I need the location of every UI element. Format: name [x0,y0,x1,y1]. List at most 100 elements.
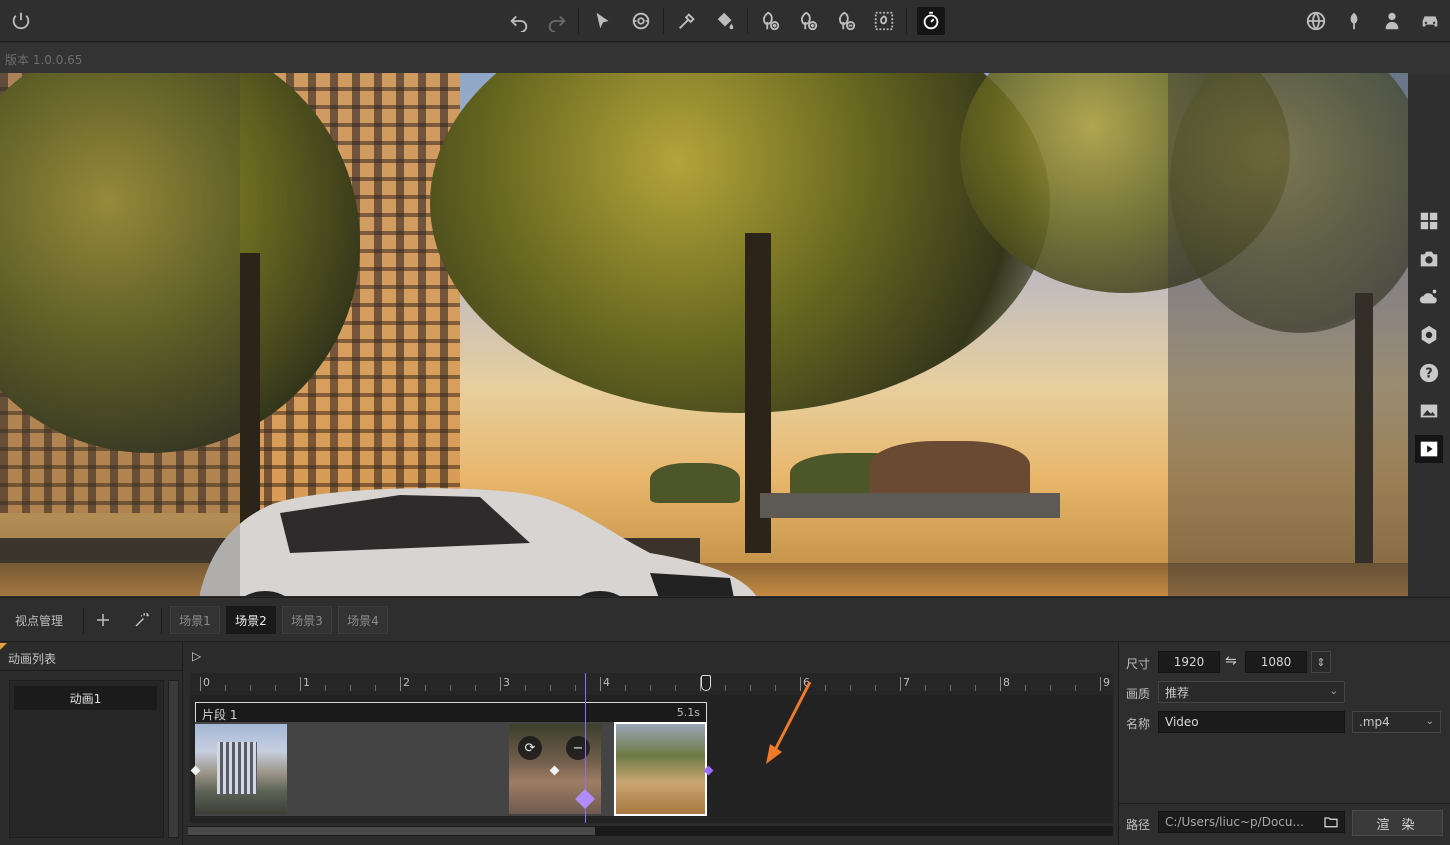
person-icon[interactable] [1378,7,1406,35]
ruler-minor-tick [1075,685,1076,691]
animation-list-panel: 动画列表 动画1 [0,643,183,845]
chevron-down-icon: ⌄ [1425,716,1434,727]
ruler-tick [1100,677,1101,691]
ruler-tick [300,677,301,691]
tree-remove-icon[interactable] [832,7,860,35]
clip-header[interactable]: 片段 1 5.1s [195,702,707,722]
help-icon[interactable]: ? [1415,359,1443,387]
ruler-tick-label: 4 [603,676,610,689]
main-toolbar [0,0,1450,42]
paint-bucket-icon[interactable] [711,7,739,35]
aspect-lock-icon[interactable]: ⇕ [1311,651,1331,673]
ruler-minor-tick [250,685,251,691]
ruler-minor-tick [650,685,651,691]
clip-end-marker[interactable] [701,675,711,691]
timeline-scrollbar[interactable] [188,826,1113,836]
ruler-minor-tick [225,685,226,691]
width-input[interactable]: 1920 [1158,651,1220,673]
scene-tab-4[interactable]: 场景4 [338,606,388,634]
orbit-icon[interactable] [627,7,655,35]
select-arrow-icon[interactable] [589,7,617,35]
quality-label: 画质 [1126,687,1151,701]
scene-tab-3[interactable]: 场景3 [282,606,332,634]
clip-duration: 5.1s [676,706,700,719]
timer-icon[interactable] [917,7,945,35]
clip-name: 片段 1 [202,708,238,722]
ruler-tick-label: 9 [1103,676,1110,689]
folder-icon[interactable] [1323,814,1339,833]
ruler-minor-tick [875,685,876,691]
undo-icon[interactable] [505,7,533,35]
format-select[interactable]: .mp4 ⌄ [1352,711,1441,733]
redo-icon[interactable] [543,7,571,35]
ruler-tick-label: 0 [203,676,210,689]
ruler-minor-tick [750,685,751,691]
camera-icon[interactable] [1415,245,1443,273]
clip-body[interactable]: ⟳ − [195,722,707,816]
tree-add-alt-icon[interactable] [794,7,822,35]
magic-wand-icon[interactable] [131,609,153,631]
globe-icon[interactable] [1302,7,1330,35]
render-button[interactable]: 渲 染 [1352,810,1443,836]
scene-tab-1[interactable]: 场景1 [170,606,220,634]
refresh-icon[interactable]: ⟳ [518,736,542,760]
animation-list-scrollbar[interactable] [168,680,179,838]
name-label: 名称 [1126,717,1151,731]
ruler-tick-label: 1 [303,676,310,689]
ruler-tick-label: 3 [503,676,510,689]
version-bar: 版本 1.0.0.65 [0,43,1450,73]
eyedropper-icon[interactable] [673,7,701,35]
ruler-tick [400,677,401,691]
keyframe-thumbnail-selected[interactable] [614,722,707,816]
ruler-minor-tick [975,685,976,691]
annotation-arrow [766,681,812,764]
ruler-minor-tick [850,685,851,691]
ruler-minor-tick [350,685,351,691]
timeline-ruler[interactable]: 0123456789 [190,673,1176,695]
ruler-minor-tick [1025,685,1026,691]
image-icon[interactable] [1415,397,1443,425]
keyframe-thumbnail[interactable] [195,724,287,814]
quality-select[interactable]: 推荐 ⌄ [1158,681,1345,703]
ruler-tick-label: 8 [1003,676,1010,689]
settings-icon[interactable] [1415,321,1443,349]
plant-icon[interactable] [1340,7,1368,35]
ruler-minor-tick [425,685,426,691]
power-icon[interactable] [7,7,35,35]
video-icon[interactable] [1415,435,1443,463]
ruler-minor-tick [375,685,376,691]
animation-item[interactable]: 动画1 [14,686,157,710]
grid-icon[interactable] [1415,207,1443,235]
svg-text:?: ? [1425,367,1432,382]
viewpoint-manager-label[interactable]: 视点管理 [15,612,63,629]
car-model[interactable] [190,483,765,596]
ruler-tick [200,677,201,691]
remove-icon[interactable]: − [566,736,590,760]
path-value: C:/Users/liuc~p/Docu... [1165,815,1304,829]
path-label: 路径 [1126,818,1151,832]
ruler-minor-tick [525,685,526,691]
weather-icon[interactable] [1415,283,1443,311]
scene-tab-2[interactable]: 场景2 [226,606,276,634]
quality-value: 推荐 [1165,685,1190,700]
ruler-minor-tick [950,685,951,691]
ruler-tick [900,677,901,691]
ruler-minor-tick [725,685,726,691]
ruler-minor-tick [675,685,676,691]
swap-dimensions-icon[interactable]: ⇋ [1225,653,1237,669]
path-input[interactable]: C:/Users/liuc~p/Docu... [1158,811,1345,833]
tree-add-icon[interactable] [756,7,784,35]
animation-list: 动画1 [9,680,164,838]
ruler-minor-tick [450,685,451,691]
timeline-play-button[interactable]: ▷ [192,649,201,663]
ruler-tick-label: 7 [903,676,910,689]
height-input[interactable]: 1080 [1245,651,1307,673]
timeline-scroll-thumb[interactable] [188,827,595,835]
ruler-minor-tick [625,685,626,691]
3d-viewport[interactable] [0,73,1408,596]
name-input[interactable]: Video [1158,711,1345,733]
add-scene-icon[interactable] [92,609,114,631]
tree-select-icon[interactable] [870,7,898,35]
timeline-track-area[interactable]: 0123456789 片段 1 5.1s ⟳ − [190,673,1176,823]
car-icon[interactable] [1416,7,1444,35]
